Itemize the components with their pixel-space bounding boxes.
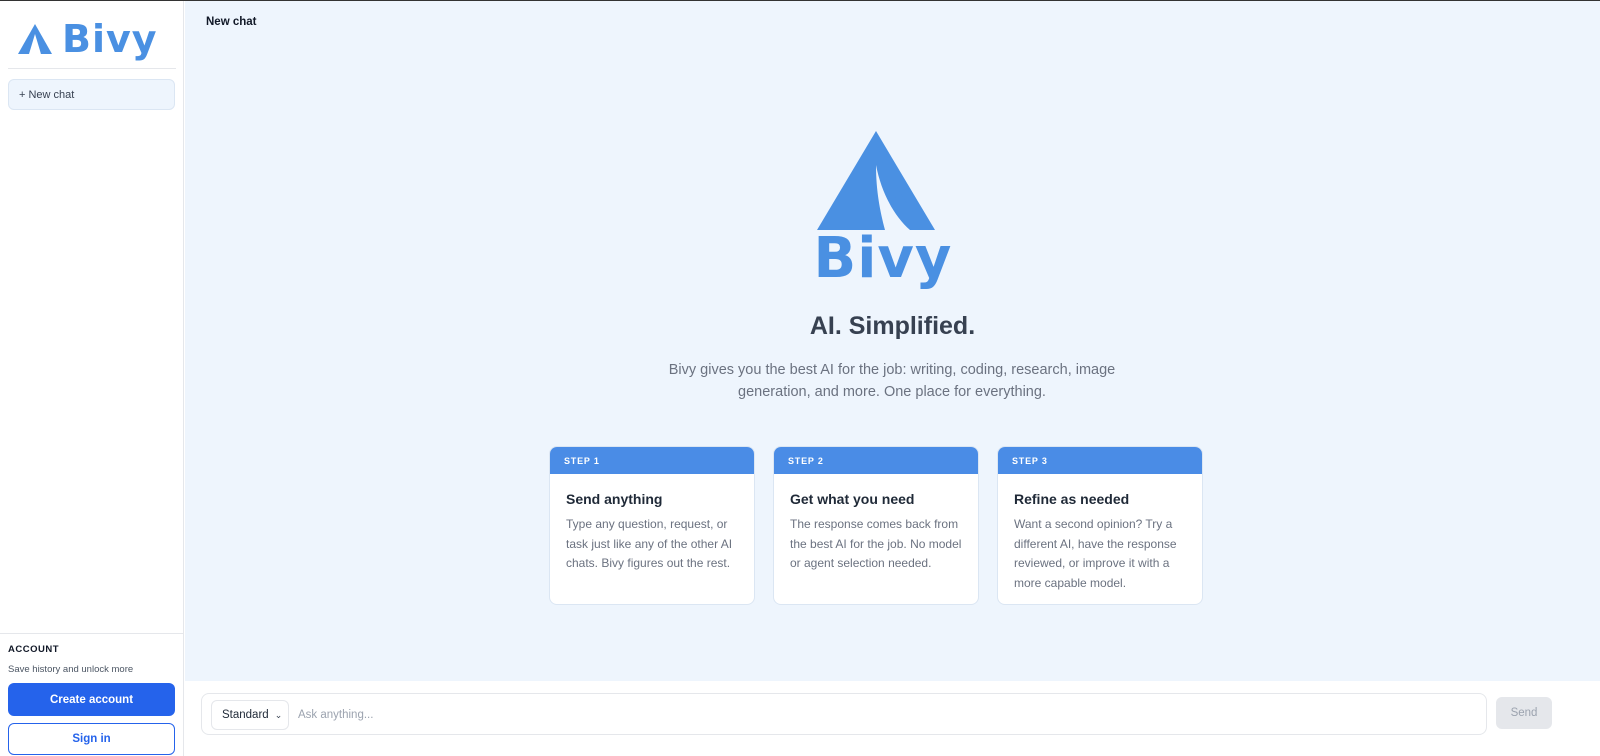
step-label: STEP 1 — [550, 447, 754, 474]
sidebar: Bivy + New chat ACCOUNT Save history and… — [0, 1, 184, 756]
tent-icon — [18, 24, 52, 54]
composer-bar: Standard ⌄ Send — [185, 681, 1600, 756]
hero-brand-name: Bivy — [813, 226, 953, 291]
step-card-1: STEP 1 Send anything Type any question, … — [549, 446, 755, 605]
account-section: ACCOUNT Save history and unlock more Cre… — [0, 633, 184, 755]
step-title: Get what you need — [790, 491, 915, 507]
mode-select[interactable]: Standard ⌄ — [211, 700, 289, 730]
mode-select-value: Standard — [222, 709, 269, 721]
send-button[interactable]: Send — [1496, 697, 1552, 729]
message-input[interactable] — [298, 702, 1468, 728]
step-body: The response comes back from the best AI… — [790, 517, 962, 570]
step-title: Send anything — [566, 491, 663, 507]
step-card-3: STEP 3 Refine as needed Want a second op… — [997, 446, 1203, 605]
account-subtitle: Save history and unlock more — [8, 664, 134, 675]
step-title: Refine as needed — [1014, 491, 1130, 507]
hero-description: Bivy gives you the best AI for the job: … — [668, 362, 1116, 400]
create-account-button[interactable]: Create account — [8, 683, 175, 716]
chevron-down-icon: ⌄ — [274, 709, 283, 720]
step-card-2: STEP 2 Get what you need The response co… — [773, 446, 979, 605]
sign-in-button[interactable]: Sign in — [8, 723, 175, 755]
step-body: Want a second opinion? Try a different A… — [1014, 517, 1177, 590]
steps-cards: STEP 1 Send anything Type any question, … — [549, 446, 1203, 605]
step-label: STEP 3 — [998, 447, 1202, 474]
account-title: ACCOUNT — [8, 644, 59, 655]
step-label: STEP 2 — [774, 447, 978, 474]
brand-logo[interactable]: Bivy — [16, 17, 166, 61]
main-area: New chat Bivy AI. Simplified. Bivy gives… — [185, 1, 1600, 681]
step-body: Type any question, request, or task just… — [566, 517, 733, 570]
divider — [8, 68, 176, 69]
composer-box: Standard ⌄ — [201, 693, 1487, 735]
chat-title: New chat — [206, 16, 257, 28]
new-chat-button[interactable]: + New chat — [8, 79, 175, 110]
brand-name: Bivy — [62, 17, 158, 61]
tagline: AI. Simplified. — [809, 312, 976, 340]
